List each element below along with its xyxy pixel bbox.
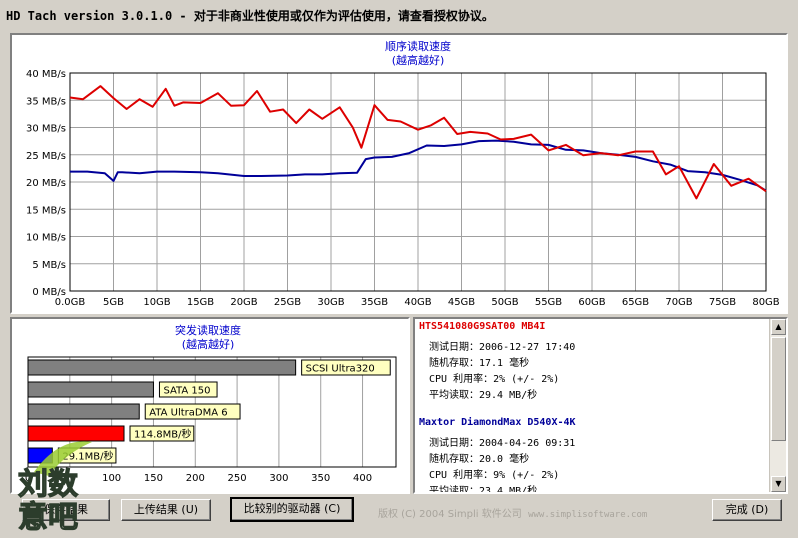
drive1-name: HTS541080G9SAT00 MB4I — [419, 321, 546, 332]
x-tick-label: 55GB — [535, 297, 562, 308]
drive-info-panel: HTS541080G9SAT00 MB4I 测试日期：2006-12-27 17… — [413, 317, 788, 494]
x-tick-label: 50GB — [491, 297, 518, 308]
drive2-random-access: 随机存取：20.0 毫秒 — [429, 454, 530, 465]
burst-x-tick-label: 100 — [102, 473, 121, 484]
x-tick-label: 40GB — [404, 297, 431, 308]
scroll-down-button[interactable]: ▼ — [771, 476, 786, 492]
burst-bar — [27, 403, 140, 420]
drive2-name: Maxtor DiamondMax D540X-4K — [419, 417, 576, 428]
y-tick-label: 35 MB/s — [26, 96, 66, 107]
x-tick-label: 65GB — [622, 297, 649, 308]
burst-chart-title: 突发读取速度 — [175, 323, 241, 337]
burst-bar-label: 114.8MB/秒 — [134, 428, 192, 441]
upload-results-button[interactable]: 上传结果 (U) — [121, 499, 211, 521]
x-tick-label: 5GB — [103, 297, 124, 308]
burst-bar-label: SCSI Ultra320 — [306, 364, 375, 375]
title-bar: HD Tach version 3.0.1.0 - 对于非商业性使用或仅作为评估… — [0, 0, 798, 30]
drive1-random-access: 随机存取：17.1 毫秒 — [429, 358, 530, 369]
burst-read-chart: 突发读取速度(越高越好) 0 50 100 150 200 250 300 350 400 SCSI… — [25, 323, 397, 484]
burst-x-tick-label: 400 — [353, 473, 372, 484]
burst-bar — [27, 359, 297, 376]
x-tick-label: 30GB — [317, 297, 344, 308]
x-tick-label: 45GB — [448, 297, 475, 308]
burst-x-tick-label: 200 — [186, 473, 205, 484]
x-tick-label: 60GB — [578, 297, 605, 308]
burst-bar — [27, 425, 125, 442]
burst-read-panel: 突发读取速度 (越高越好) 0 50 100 150 200 250 300 350 400 SCSI… — [10, 317, 410, 494]
drive2-average-read: 平均读取：23.4 MB/秒 — [429, 486, 538, 494]
burst-chart-subtitle: (越高越好) — [182, 337, 235, 351]
drive2-cpu-usage: CPU 利用率：9% (+/- 2%) — [429, 470, 560, 481]
x-tick-label: 0.0GB — [55, 297, 86, 308]
window-title: HD Tach version 3.0.1.0 - 对于非商业性使用或仅作为评估… — [6, 9, 494, 23]
y-tick-label: 5 MB/s — [32, 260, 66, 271]
burst-x-tick-label: 50 — [63, 473, 76, 484]
drive1-cpu-usage: CPU 利用率：2% (+/- 2%) — [429, 374, 560, 385]
burst-x-tick-label: 0 — [25, 473, 31, 484]
sequential-read-panel: 顺序读取速度 (越高越好) 0 MB/s 5 MB/s 10 MB/s 15 MB/s 20… — [10, 33, 788, 314]
x-tick-label: 20GB — [230, 297, 257, 308]
chart-title: 顺序读取速度 — [385, 39, 451, 53]
y-tick-label: 10 MB/s — [26, 233, 66, 244]
info-scrollbar[interactable]: ▲ ▼ — [769, 319, 786, 492]
x-tick-label: 10GB — [143, 297, 170, 308]
burst-bar-label: ATA UltraDMA 6 — [149, 408, 227, 419]
burst-x-tick-label: 250 — [228, 473, 247, 484]
scroll-thumb[interactable] — [771, 337, 786, 441]
burst-bar-label: SATA 150 — [163, 386, 210, 397]
copyright-footer: 版权 (C) 2004 Simpli 软件公司 www.simplisoftwa… — [378, 509, 648, 520]
drive1-average-read: 平均读取：29.4 MB/秒 — [429, 390, 538, 401]
x-tick-label: 35GB — [361, 297, 388, 308]
y-tick-label: 25 MB/s — [26, 151, 66, 162]
drive2-test-date: 测试日期：2004-04-26 09:31 — [429, 438, 576, 449]
y-tick-label: 30 MB/s — [26, 124, 66, 135]
compare-drive-button[interactable]: 比较别的驱动器 (C) — [230, 497, 354, 522]
x-tick-label: 15GB — [187, 297, 214, 308]
burst-bar — [27, 447, 53, 464]
save-results-button[interactable]: 保存结果 — [22, 499, 110, 521]
burst-x-tick-label: 350 — [311, 473, 330, 484]
y-tick-label: 20 MB/s — [26, 178, 66, 189]
x-tick-label: 25GB — [274, 297, 301, 308]
scroll-up-button[interactable]: ▲ — [771, 319, 786, 335]
burst-bar — [27, 381, 154, 398]
chart-subtitle: (越高越好) — [392, 53, 445, 67]
y-tick-label: 40 MB/s — [26, 69, 66, 80]
burst-x-tick-label: 150 — [144, 473, 163, 484]
drive1-test-date: 测试日期：2006-12-27 17:40 — [429, 342, 576, 353]
x-tick-label: 70GB — [665, 297, 692, 308]
sequential-read-chart: 顺序读取速度(越高越好)0 MB/s5 MB/s10 MB/s15 MB/s20… — [26, 39, 780, 308]
burst-bar-label: 29.1MB/秒 — [62, 450, 113, 463]
x-tick-label: 80GB — [752, 297, 779, 308]
x-tick-label: 75GB — [709, 297, 736, 308]
done-button[interactable]: 完成 (D) — [712, 499, 782, 521]
burst-x-tick-label: 300 — [269, 473, 288, 484]
y-tick-label: 15 MB/s — [26, 205, 66, 216]
